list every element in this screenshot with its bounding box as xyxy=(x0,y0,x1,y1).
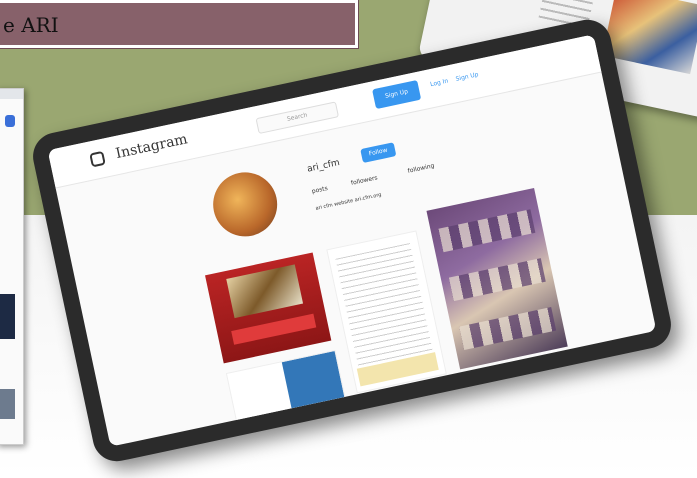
sign-up-button[interactable]: Sign Up xyxy=(372,79,422,110)
group-photo-row xyxy=(459,307,557,351)
colorful-photo xyxy=(602,0,697,75)
group-photo-row xyxy=(448,258,546,302)
banner-text: e ARI xyxy=(3,13,59,37)
post-blue-panel xyxy=(281,351,348,421)
grey-image xyxy=(0,389,15,419)
group-photo-row xyxy=(438,209,536,253)
dark-image xyxy=(0,294,15,339)
browser-toolbar xyxy=(0,89,23,99)
post-caption-bar xyxy=(231,313,317,345)
post-thumbnail[interactable] xyxy=(205,252,332,364)
post-image xyxy=(226,264,304,319)
posts-count[interactable]: posts xyxy=(311,185,328,195)
post-thumbnail[interactable] xyxy=(426,187,568,370)
follow-button[interactable]: Follow xyxy=(360,142,397,163)
blue-badge-icon xyxy=(5,115,15,127)
sign-up-link[interactable]: Sign Up xyxy=(455,71,479,83)
log-in-link[interactable]: Log In xyxy=(430,78,449,89)
profile-avatar[interactable] xyxy=(207,166,284,243)
profile-username: ari_cfm xyxy=(306,157,341,175)
following-count[interactable]: following xyxy=(407,162,435,174)
instagram-wordmark[interactable]: Instagram xyxy=(114,131,189,162)
search-input[interactable]: Search xyxy=(255,101,340,135)
followers-count[interactable]: followers xyxy=(350,174,378,186)
title-banner: e ARI xyxy=(0,0,359,49)
post-thumbnail[interactable] xyxy=(326,230,447,394)
profile-bio: ari cfm website ari.cfm.org xyxy=(315,191,383,212)
instagram-camera-icon[interactable] xyxy=(89,150,106,168)
left-browser-screenshot xyxy=(0,88,24,445)
